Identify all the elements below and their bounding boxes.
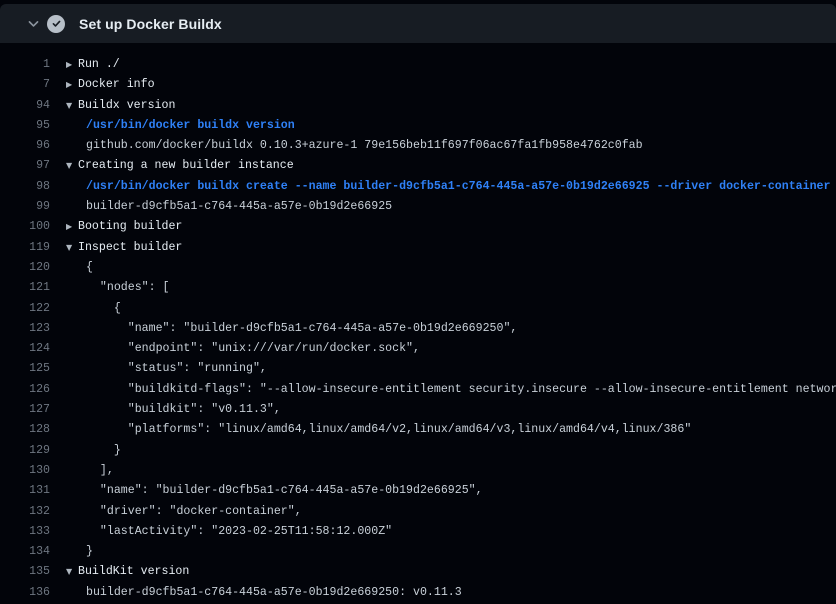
line-number[interactable]: 121 — [0, 278, 50, 298]
line-number[interactable]: 125 — [0, 359, 50, 379]
line-number[interactable]: 94 — [0, 96, 50, 116]
log-text: "nodes": [ — [86, 278, 170, 298]
log-line: 130 ], — [0, 461, 836, 481]
line-number[interactable]: 97 — [0, 156, 50, 176]
log-group-row[interactable]: 7 ▶ Docker info — [0, 75, 836, 95]
line-number[interactable]: 127 — [0, 400, 50, 420]
log-line: 134 } — [0, 542, 836, 562]
log-text: Buildx version — [78, 96, 175, 116]
log-line: 133 "lastActivity": "2023-02-25T11:58:12… — [0, 522, 836, 542]
log-line: 99 builder-d9cfb5a1-c764-445a-a57e-0b19d… — [0, 197, 836, 217]
log-text: /usr/bin/docker buildx create --name bui… — [86, 177, 830, 197]
log-text: Docker info — [78, 75, 155, 95]
log-text: "buildkitd-flags": "--allow-insecure-ent… — [86, 380, 836, 400]
log-text: github.com/docker/buildx 0.10.3+azure-1 … — [86, 136, 643, 156]
log-group-row[interactable]: 97 ▼ Creating a new builder instance — [0, 156, 836, 176]
log-text: builder-d9cfb5a1-c764-445a-a57e-0b19d2e6… — [86, 583, 462, 603]
line-number[interactable]: 136 — [0, 583, 50, 603]
triangle-right-icon: ▶ — [66, 75, 78, 95]
log-line: 131 "name": "builder-d9cfb5a1-c764-445a-… — [0, 481, 836, 501]
line-number[interactable]: 131 — [0, 481, 50, 501]
triangle-down-icon: ▼ — [66, 96, 78, 116]
log-group-row[interactable]: 94 ▼ Buildx version — [0, 96, 836, 116]
line-number[interactable]: 95 — [0, 116, 50, 136]
log-line: 124 "endpoint": "unix:///var/run/docker.… — [0, 339, 836, 359]
line-number[interactable]: 123 — [0, 319, 50, 339]
line-number[interactable]: 134 — [0, 542, 50, 562]
line-number[interactable]: 129 — [0, 441, 50, 461]
line-number[interactable]: 119 — [0, 238, 50, 258]
step-header[interactable]: Set up Docker Buildx — [0, 4, 836, 43]
log-group-row[interactable]: 100 ▶ Booting builder — [0, 217, 836, 237]
log-line: 126 "buildkitd-flags": "--allow-insecure… — [0, 380, 836, 400]
log-group-row[interactable]: 135 ▼ BuildKit version — [0, 562, 836, 582]
triangle-right-icon: ▶ — [66, 217, 78, 237]
log-text: builder-d9cfb5a1-c764-445a-a57e-0b19d2e6… — [86, 197, 392, 217]
log-line: 120 { — [0, 258, 836, 278]
log-text: BuildKit version — [78, 562, 189, 582]
line-number[interactable]: 128 — [0, 420, 50, 440]
log-text: Creating a new builder instance — [78, 156, 294, 176]
log-text: "name": "builder-d9cfb5a1-c764-445a-a57e… — [86, 481, 483, 501]
log-group-row[interactable]: 1 ▶ Run ./ — [0, 55, 836, 75]
log-text: } — [86, 441, 121, 461]
log-text: "driver": "docker-container", — [86, 502, 302, 522]
line-number[interactable]: 122 — [0, 299, 50, 319]
log-text: Booting builder — [78, 217, 182, 237]
log-text: /usr/bin/docker buildx version — [86, 116, 295, 136]
log-area: 1 ▶ Run ./ 7 ▶ Docker info 94 ▼ Buildx v… — [0, 43, 836, 604]
log-text: "platforms": "linux/amd64,linux/amd64/v2… — [86, 420, 691, 440]
log-line: 96 github.com/docker/buildx 0.10.3+azure… — [0, 136, 836, 156]
line-number[interactable]: 99 — [0, 197, 50, 217]
status-success-icon — [47, 15, 65, 33]
log-text: "status": "running", — [86, 359, 267, 379]
line-number[interactable]: 1 — [0, 55, 50, 75]
log-text: "buildkit": "v0.11.3", — [86, 400, 281, 420]
line-number[interactable]: 120 — [0, 258, 50, 278]
log-text: ], — [86, 461, 114, 481]
line-number[interactable]: 96 — [0, 136, 50, 156]
log-text: Inspect builder — [78, 238, 182, 258]
triangle-down-icon: ▼ — [66, 156, 78, 176]
line-number[interactable]: 100 — [0, 217, 50, 237]
line-number[interactable]: 135 — [0, 562, 50, 582]
line-number[interactable]: 7 — [0, 75, 50, 95]
log-line: 121 "nodes": [ — [0, 278, 836, 298]
triangle-down-icon: ▼ — [66, 238, 78, 258]
log-line: 129 } — [0, 441, 836, 461]
log-text: "lastActivity": "2023-02-25T11:58:12.000… — [86, 522, 392, 542]
log-line: 125 "status": "running", — [0, 359, 836, 379]
triangle-right-icon: ▶ — [66, 55, 78, 75]
log-text: Run ./ — [78, 55, 120, 75]
log-group-row[interactable]: 119 ▼ Inspect builder — [0, 238, 836, 258]
triangle-down-icon: ▼ — [66, 562, 78, 582]
log-line: 95 /usr/bin/docker buildx version — [0, 116, 836, 136]
log-text: { — [86, 258, 93, 278]
line-number[interactable]: 124 — [0, 339, 50, 359]
log-line: 127 "buildkit": "v0.11.3", — [0, 400, 836, 420]
log-line: 136 builder-d9cfb5a1-c764-445a-a57e-0b19… — [0, 583, 836, 603]
step-title: Set up Docker Buildx — [79, 16, 222, 32]
chevron-down-icon[interactable] — [26, 16, 41, 31]
line-number[interactable]: 133 — [0, 522, 50, 542]
log-line: 122 { — [0, 299, 836, 319]
log-text: { — [86, 299, 121, 319]
line-number[interactable]: 126 — [0, 380, 50, 400]
log-line: 128 "platforms": "linux/amd64,linux/amd6… — [0, 420, 836, 440]
log-text: } — [86, 542, 93, 562]
log-text: "endpoint": "unix:///var/run/docker.sock… — [86, 339, 420, 359]
log-line: 123 "name": "builder-d9cfb5a1-c764-445a-… — [0, 319, 836, 339]
log-text: "name": "builder-d9cfb5a1-c764-445a-a57e… — [86, 319, 517, 339]
line-number[interactable]: 98 — [0, 177, 50, 197]
log-line: 98 /usr/bin/docker buildx create --name … — [0, 177, 836, 197]
line-number[interactable]: 132 — [0, 502, 50, 522]
log-line: 132 "driver": "docker-container", — [0, 502, 836, 522]
line-number[interactable]: 130 — [0, 461, 50, 481]
